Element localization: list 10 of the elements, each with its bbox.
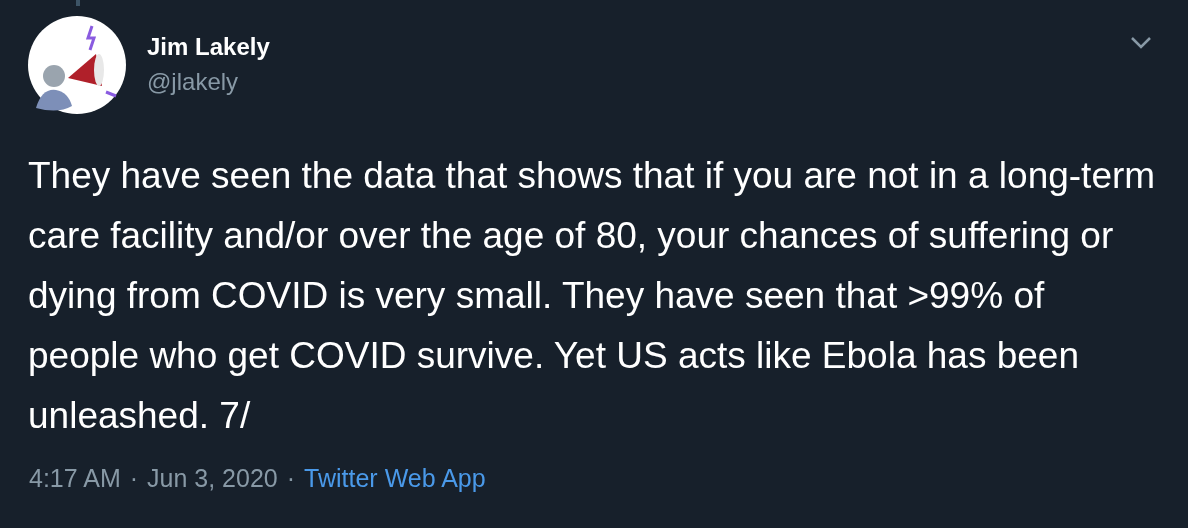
source-link[interactable]: Twitter Web App [304, 462, 486, 494]
author-name[interactable]: Jim Lakely [147, 31, 270, 63]
author-handle[interactable]: @jlakely [147, 65, 270, 99]
avatar-icon[interactable] [28, 16, 126, 114]
tweet-time[interactable]: 4:17 AM [29, 462, 121, 494]
separator-dot: · [129, 463, 139, 494]
tweet-date[interactable]: Jun 3, 2020 [147, 462, 278, 494]
separator-dot: · [286, 463, 296, 494]
chevron-down-icon[interactable] [1130, 36, 1152, 50]
tweet-text: They have seen the data that shows that if you are not in a long-term care facility and/or over the age of 80, your chances of suffering or dying from COVID is very small. They have seen that >99% of people who get COVID survive. Yet US acts like Ebola has been unleashed. 7/ [28, 154, 1157, 438]
